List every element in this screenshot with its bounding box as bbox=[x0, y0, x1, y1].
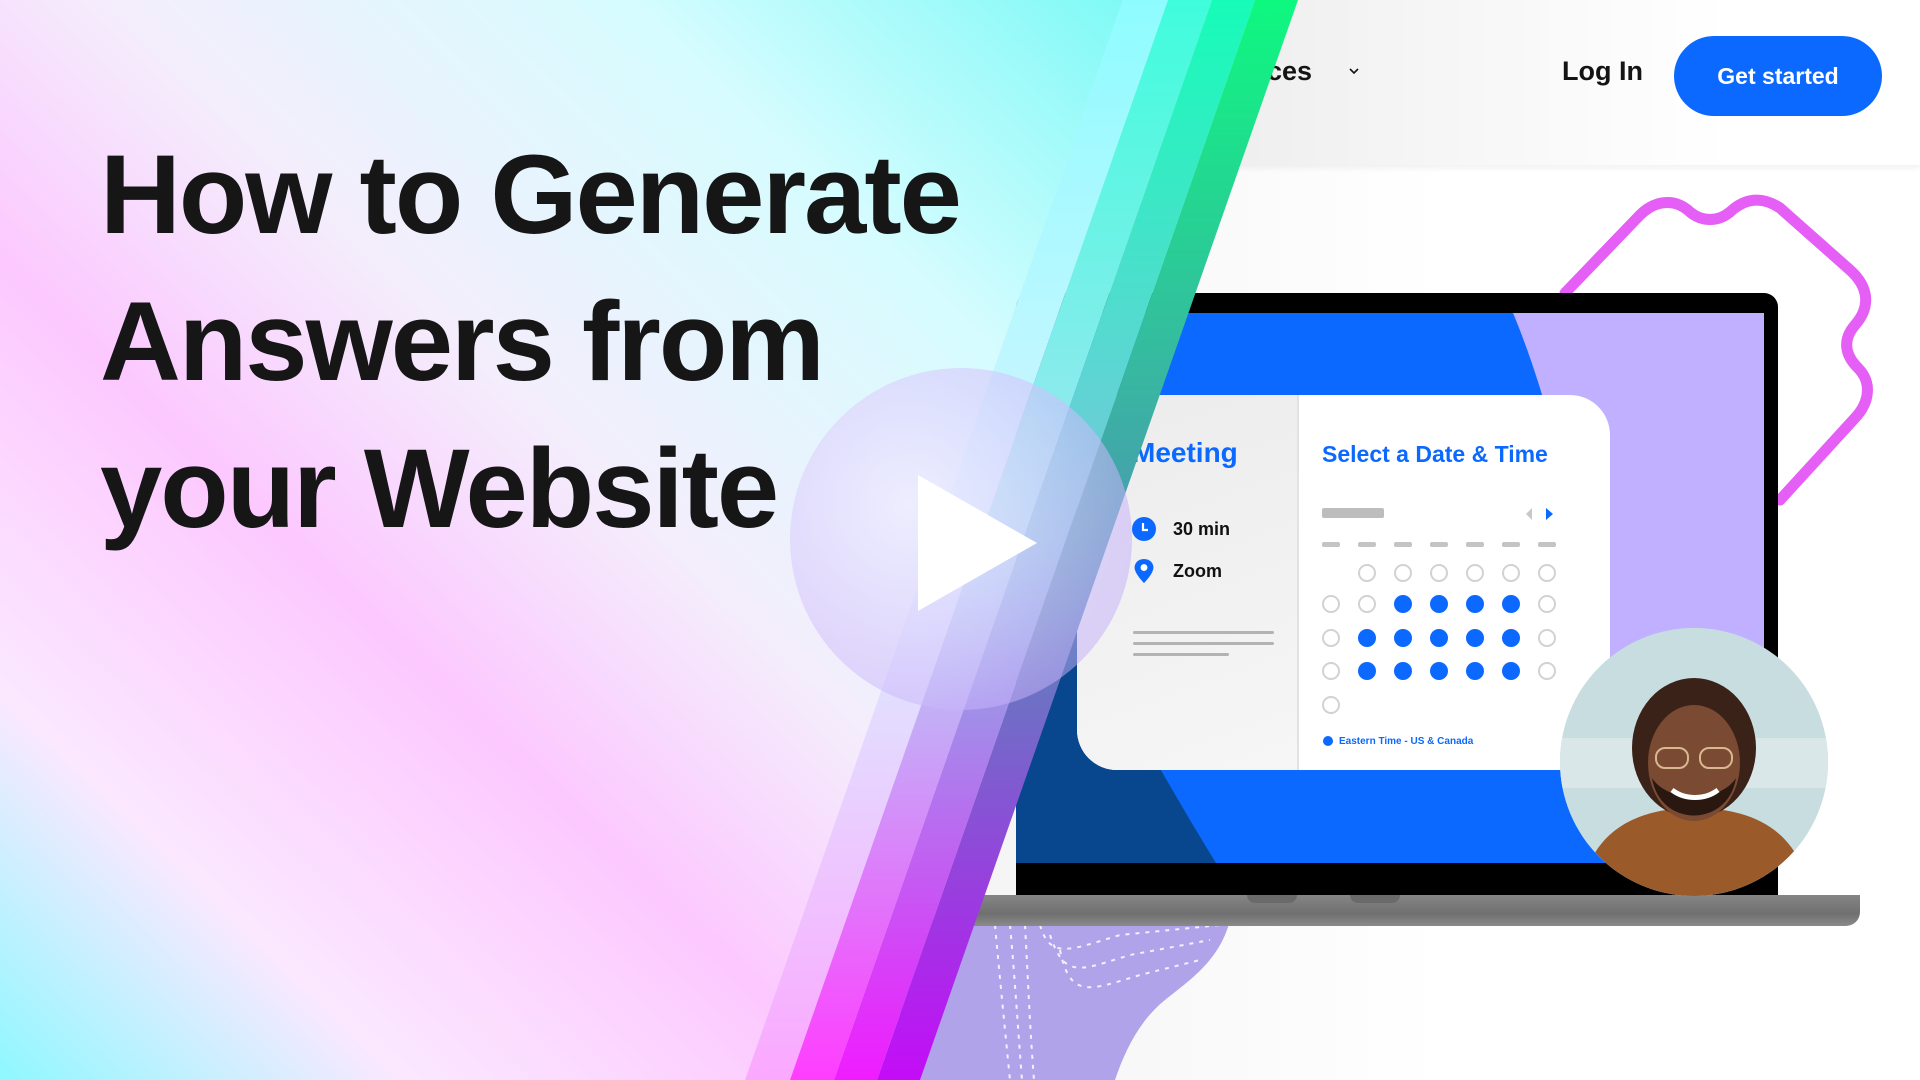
page-title-line-1: How to Generate bbox=[100, 132, 962, 257]
play-video-button[interactable] bbox=[790, 368, 1132, 710]
play-icon bbox=[918, 475, 1037, 611]
page-title-line-3: your Website bbox=[100, 426, 779, 551]
page-title-line-2: Answers from bbox=[100, 279, 825, 404]
